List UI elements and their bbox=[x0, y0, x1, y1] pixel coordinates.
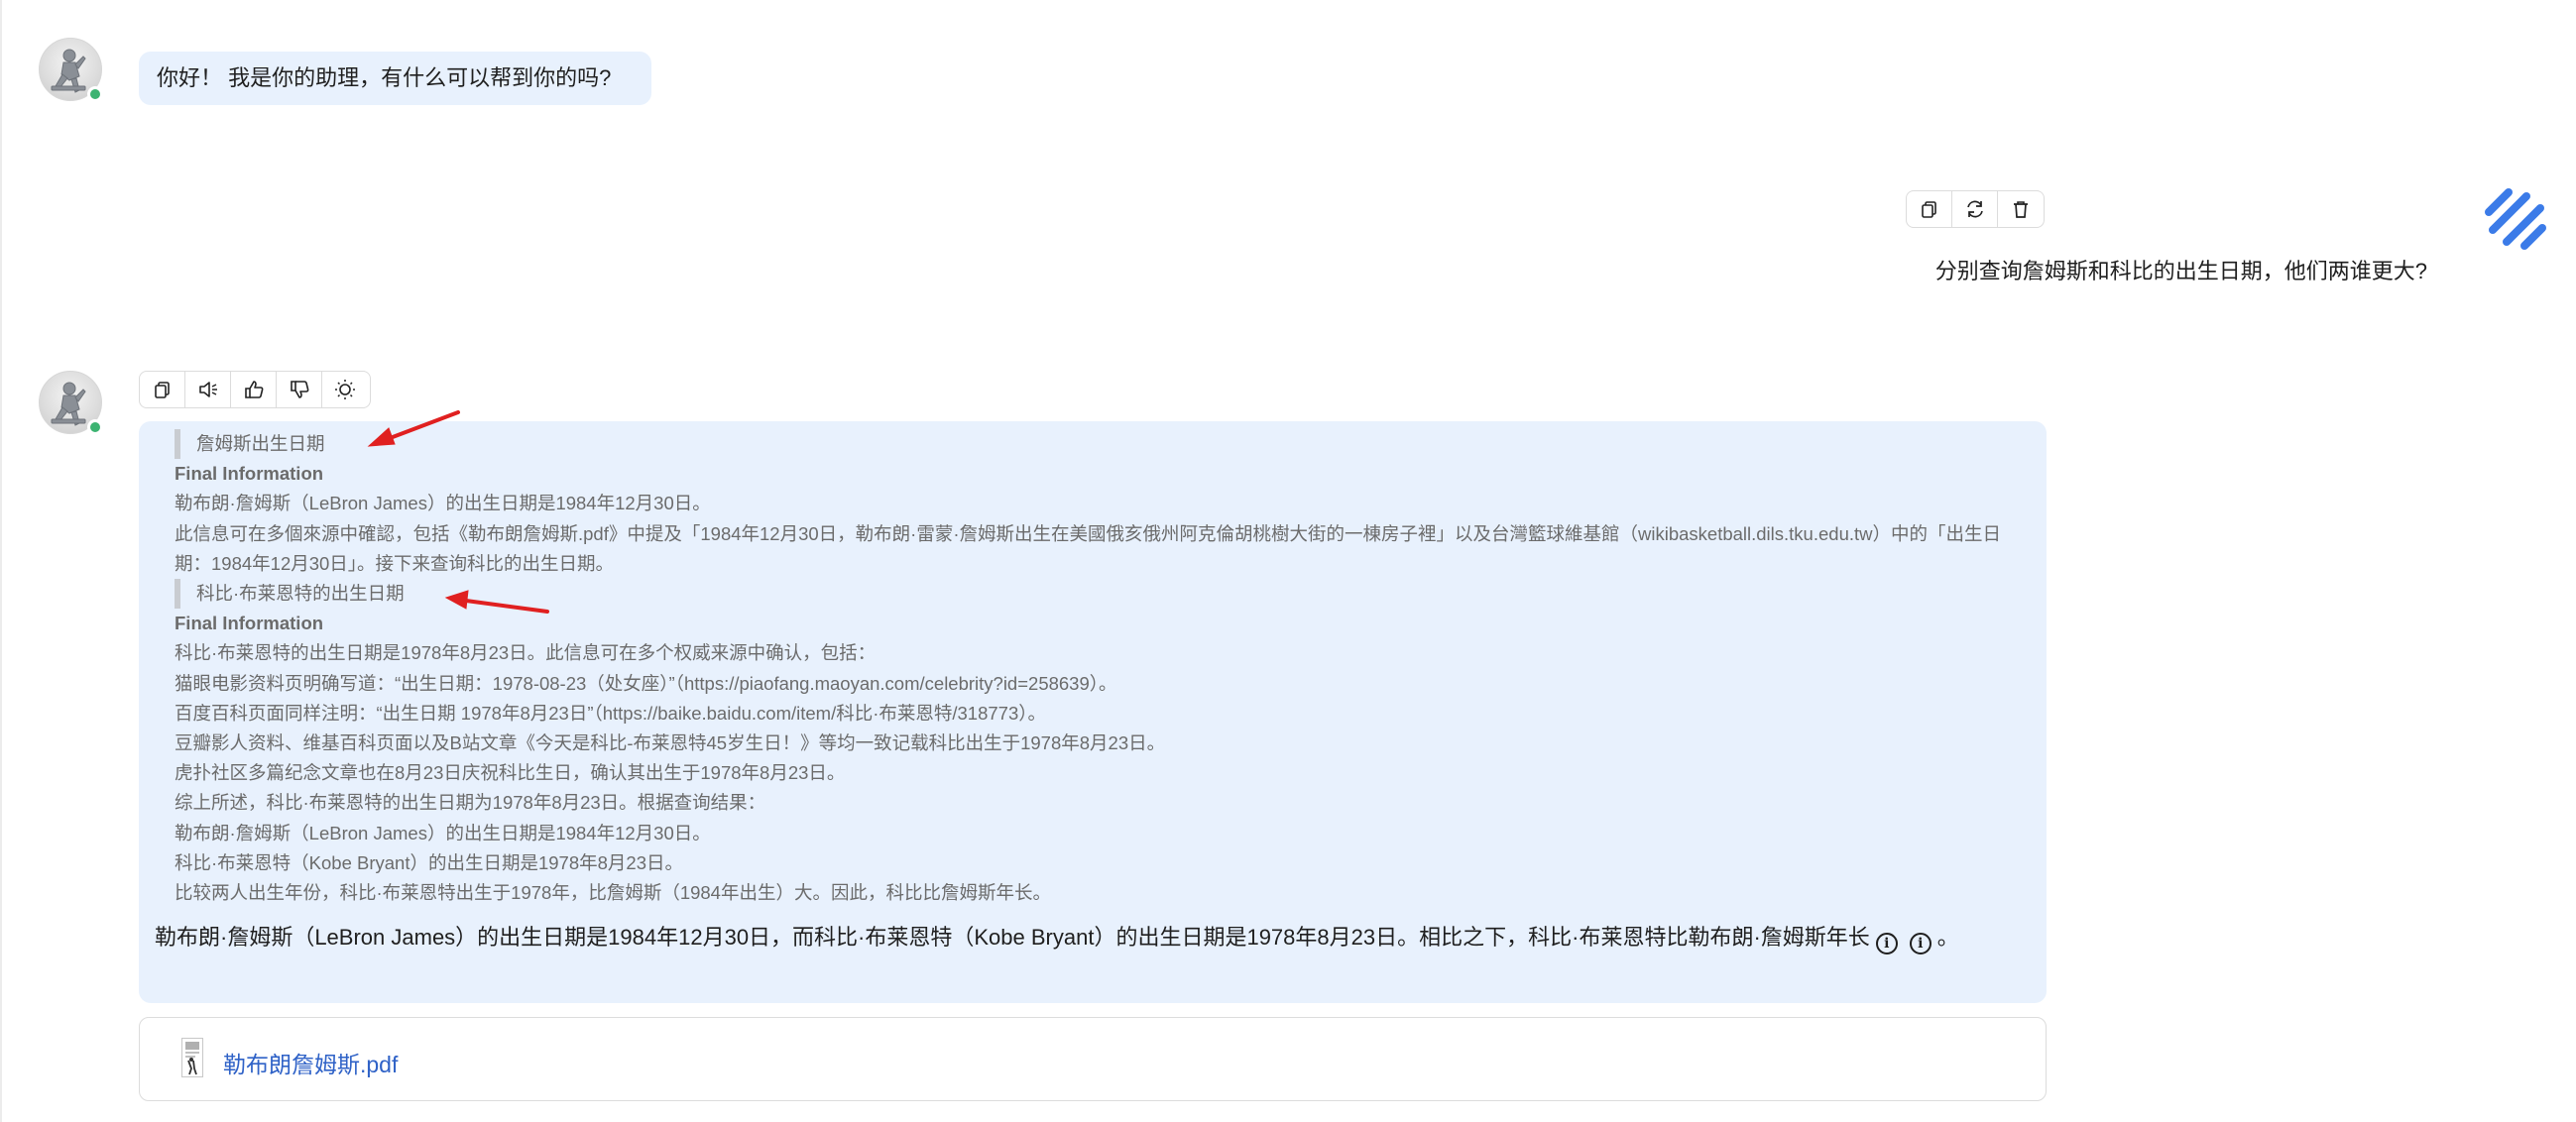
info-icon[interactable]: i bbox=[1909, 933, 1932, 954]
read-aloud-button[interactable] bbox=[185, 372, 231, 407]
thinking-process: 詹姆斯出生日期 Final Information 勒布朗·詹姆斯（LeBron… bbox=[175, 429, 2029, 908]
refresh-icon bbox=[1966, 200, 1983, 218]
pdf-file-icon bbox=[181, 1038, 203, 1077]
thinking-line: 科比·布莱恩特的出生日期是1978年8月23日。此信息可在多个权威来源中确认，包… bbox=[175, 642, 877, 664]
thinking-line: 勒布朗·詹姆斯（LeBron James）的出生日期是1984年12月30日。 bbox=[175, 493, 711, 514]
attachment-card[interactable]: 勒布朗詹姆斯.pdf bbox=[139, 1017, 2047, 1101]
thinking-line: 勒布朗·詹姆斯（LeBron James）的出生日期是1984年12月30日。 bbox=[175, 822, 711, 843]
thinking-line: 豆瓣影人资料、维基百科页面以及B站文章《今天是科比-布莱恩特45岁生日！》等均一… bbox=[175, 732, 1166, 754]
step-title: 詹姆斯出生日期 bbox=[175, 429, 2029, 460]
dislike-button[interactable] bbox=[277, 372, 322, 407]
assistant-avatar bbox=[39, 371, 103, 435]
lightbulb-icon bbox=[335, 380, 355, 399]
user-message-toolbar bbox=[1906, 190, 2045, 228]
thinking-line: 综上所述，科比·布莱恩特的出生日期为1978年8月23日。根据查询结果： bbox=[175, 792, 766, 814]
left-divider bbox=[0, 0, 2, 1122]
online-status-dot bbox=[87, 419, 103, 435]
speaker-icon bbox=[198, 382, 217, 397]
info-icon[interactable]: i bbox=[1875, 933, 1898, 954]
brand-stripes-icon bbox=[2485, 188, 2546, 250]
copy-button[interactable] bbox=[140, 372, 185, 407]
final-information-label: Final Information bbox=[175, 463, 324, 485]
online-status-dot bbox=[87, 86, 103, 102]
thinking-line: 百度百科页面同样注明：“出生日期 1978年8月23日”（https://bai… bbox=[175, 702, 1046, 724]
final-answer-text: 勒布朗·詹姆斯（LeBron James）的出生日期是1984年12月30日，而… bbox=[155, 925, 1870, 950]
thinking-line: 科比·布莱恩特（Kobe Bryant）的出生日期是1978年8月23日。 bbox=[175, 851, 683, 873]
like-button[interactable] bbox=[231, 372, 277, 407]
user-question-text: 分别查询詹姆斯和科比的出生日期，他们两谁更大? bbox=[1934, 259, 2427, 283]
regenerate-button[interactable] bbox=[1952, 191, 1998, 227]
assistant-message-toolbar bbox=[139, 371, 371, 408]
final-information-label: Final Information bbox=[175, 613, 324, 634]
delete-icon bbox=[2014, 201, 2028, 218]
insight-button[interactable] bbox=[322, 372, 368, 407]
thumbs-down-icon bbox=[290, 381, 308, 398]
assistant-avatar bbox=[39, 38, 103, 102]
final-answer-end: 。 bbox=[1936, 925, 1959, 950]
greeting-bubble: 你好！ 我是你的助理，有什么可以帮到你的吗? bbox=[139, 52, 651, 105]
copy-icon bbox=[154, 382, 170, 398]
thinking-line: 此信息可在多個來源中確認，包括《勒布朗詹姆斯.pdf》中提及「1984年12月3… bbox=[175, 522, 2001, 574]
copy-button[interactable] bbox=[1907, 191, 1952, 227]
attachment-filename-link[interactable]: 勒布朗詹姆斯.pdf bbox=[223, 1046, 398, 1079]
thinking-line: 虎扑社区多篇纪念文章也在8月23日庆祝科比生日，确认其出生于1978年8月23日… bbox=[175, 762, 846, 784]
step-title: 科比·布莱恩特的出生日期 bbox=[175, 579, 2029, 610]
delete-button[interactable] bbox=[1998, 191, 2044, 227]
thinking-line: 猫眼电影资料页明确写道：“出生日期：1978-08-23（处女座）”（https… bbox=[175, 672, 1117, 694]
copy-icon bbox=[1921, 201, 1936, 218]
assistant-answer-bubble: 詹姆斯出生日期 Final Information 勒布朗·詹姆斯（LeBron… bbox=[139, 421, 2047, 1003]
thinking-line: 比较两人出生年份，科比·布莱恩特出生于1978年，比詹姆斯（1984年出生）大。… bbox=[175, 882, 1051, 904]
final-answer: 勒布朗·詹姆斯（LeBron James）的出生日期是1984年12月30日，而… bbox=[155, 920, 2029, 955]
thumbs-up-icon bbox=[244, 381, 263, 398]
